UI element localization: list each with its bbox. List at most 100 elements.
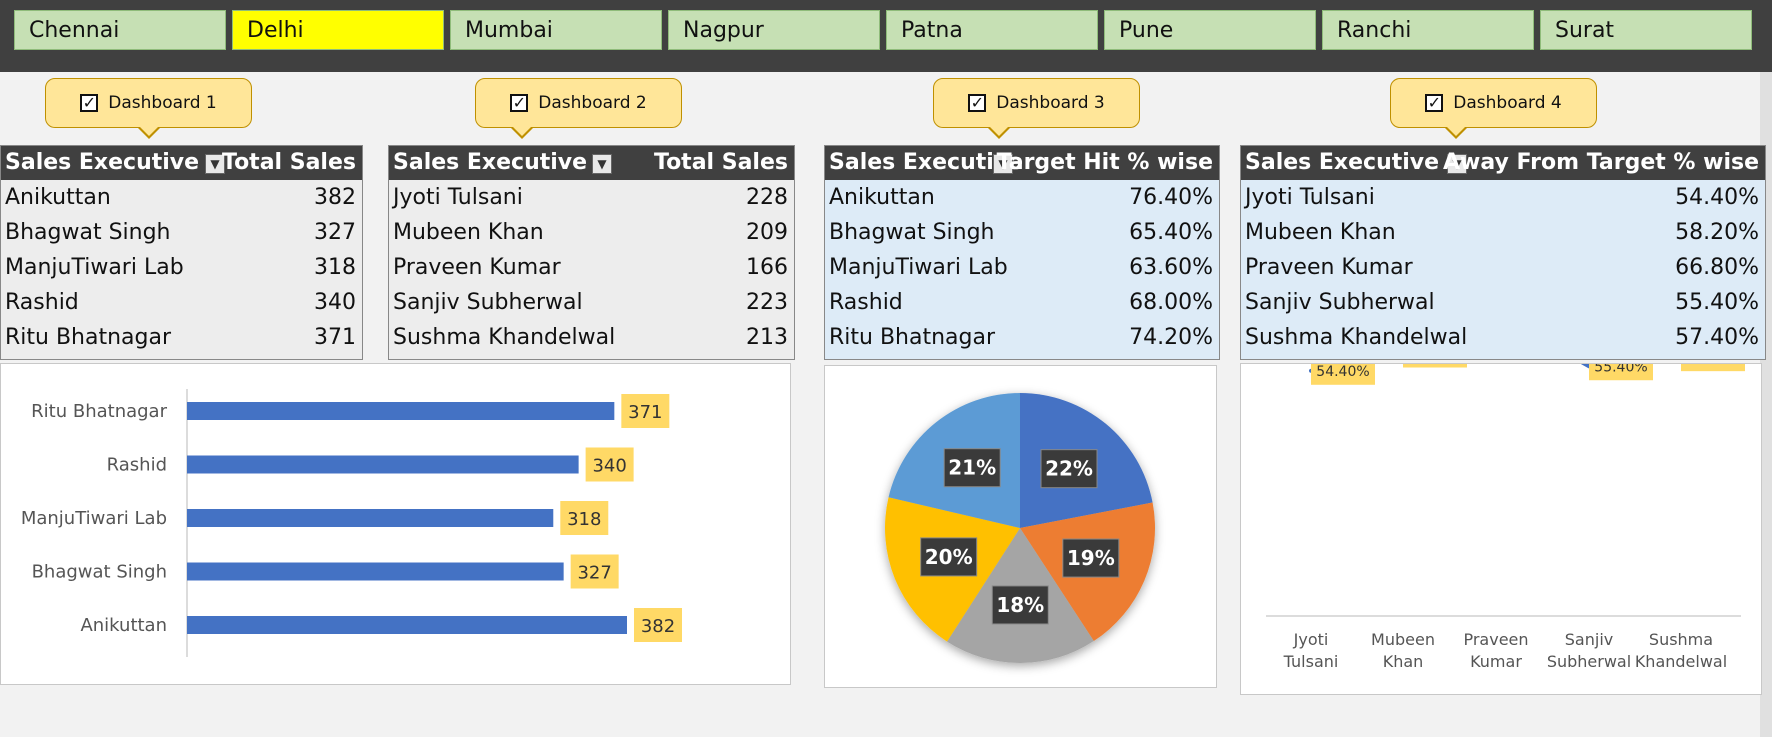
cell-name: Ritu Bhatnagar [5,325,172,350]
column-header-value: Target Hit % wise [996,150,1213,175]
table-header: Sales Executive ▼ Total Sales [1,146,362,180]
line-category-label: Khandelwal [1635,652,1727,671]
city-button-chennai[interactable]: Chennai [14,10,226,50]
table-row: Praveen Kumar 66.80% [1241,250,1765,285]
table-header: Sales Executive ▼ Total Sales [389,146,794,180]
cell-name: ManjuTiwari Lab [829,255,1008,280]
table-row: Anikuttan 76.40% [825,180,1219,215]
city-button-ranchi[interactable]: Ranchi [1322,10,1534,50]
cell-name: Ritu Bhatnagar [829,325,996,350]
table-row: Sushma Khandelwal 213 [389,320,794,355]
line-category-label: Sanjiv [1565,630,1613,649]
checkbox-checked-icon[interactable]: ✓ [80,94,99,112]
table-row: Rashid 340 [1,285,362,320]
column-header-value: Total Sales [653,150,788,175]
pivot-table-total-sales-1: Sales Executive ▼ Total Sales Anikuttan 3… [0,145,363,360]
table-row: Bhagwat Singh 327 [1,215,362,250]
city-button-delhi[interactable]: Delhi [232,10,444,50]
bar-data-label: 340 [592,456,626,477]
cell-value: 76.40% [1129,185,1213,210]
line-category-label: Praveen [1463,630,1528,649]
line-category-label: Subherwal [1547,652,1631,671]
city-button-mumbai[interactable]: Mumbai [450,10,662,50]
line-category-label: Jyoti [1293,630,1329,649]
bar-category-label: Ritu Bhatnagar [31,401,167,422]
line-category-label: Tulsani [1283,652,1339,671]
column-header-sales-executive: Sales Executive [5,150,200,175]
cell-value: 166 [746,255,788,280]
table-row: ManjuTiwari Lab 318 [1,250,362,285]
cell-name: Bhagwat Singh [829,220,995,245]
filter-dropdown-icon[interactable]: ▼ [592,154,612,174]
bar-chart-panel: Ritu Bhatnagar 371 Rashid 340 ManjuTiwari La… [0,363,791,685]
cell-value: 223 [746,290,788,315]
dashboard-label: Dashboard 3 [996,93,1105,113]
cell-value: 340 [314,290,356,315]
pie-chart-panel: 22% 19% 18% 20% 21% [824,365,1217,688]
table-row: Anikuttan 382 [1,180,362,215]
line-chart-panel: 54.40%58.20%66.80%55.40%57.40%JyotiTulsa… [1240,300,1762,695]
table-row: Rashid 68.00% [825,285,1219,320]
cell-name: Sanjiv Subherwal [393,290,583,315]
bar-category-label: Anikuttan [80,615,167,636]
bar-category-label: ManjuTiwari Lab [21,508,167,529]
city-button-patna[interactable]: Patna [886,10,1098,50]
bar [187,509,554,527]
dashboard-3-toggle[interactable]: ✓ Dashboard 3 [933,78,1140,139]
pie-chart: 22% 19% 18% 20% 21% [885,393,1155,663]
table-header: Sales Executive ▼ Away From Target % wis… [1241,146,1765,180]
line-data-label: 55.40% [1594,364,1647,375]
dashboard-2-toggle[interactable]: ✓ Dashboard 2 [475,78,682,139]
cell-value: 58.20% [1675,220,1759,245]
pie-data-label: 19% [1067,546,1115,570]
line-chart: 54.40%58.20%66.80%55.40%57.40%JyotiTulsa… [1266,300,1745,671]
table-row: Praveen Kumar 166 [389,250,794,285]
cell-name: Anikuttan [5,185,111,210]
city-button-nagpur[interactable]: Nagpur [668,10,880,50]
bar [187,402,615,420]
cell-name: Jyoti Tulsani [393,185,523,210]
line-data-label-box [1403,339,1467,368]
city-button-surat[interactable]: Surat [1540,10,1752,50]
city-button-pune[interactable]: Pune [1104,10,1316,50]
dashboard-4-toggle[interactable]: ✓ Dashboard 4 [1390,78,1597,139]
line-data-label: 54.40% [1316,364,1369,380]
cell-name: Praveen Kumar [1245,255,1413,280]
cell-value: 382 [314,185,356,210]
cell-value: 57.40% [1675,325,1759,350]
cell-value: 371 [314,325,356,350]
table-header: Sales Executive ▼ Target Hit % wise [825,146,1219,180]
cell-name: Sushma Khandelwal [1245,325,1468,350]
checkbox-checked-icon[interactable]: ✓ [510,94,529,112]
table-row: ManjuTiwari Lab 63.60% [825,250,1219,285]
cell-name: Mubeen Khan [393,220,544,245]
checkbox-checked-icon[interactable]: ✓ [1425,94,1444,112]
cell-name: Rashid [5,290,79,315]
table-row: Mubeen Khan 58.20% [1241,215,1765,250]
pie-data-label: 22% [1045,457,1093,481]
bar-category-label: Rashid [107,455,167,476]
bar-chart: Ritu Bhatnagar 371 Rashid 340 ManjuTiwari La… [21,389,682,657]
cell-value: 54.40% [1675,185,1759,210]
cell-name: Jyoti Tulsani [1245,185,1375,210]
bar [187,616,627,634]
cell-name: ManjuTiwari Lab [5,255,184,280]
dashboard-label: Dashboard 4 [1453,93,1562,113]
checkbox-checked-icon[interactable]: ✓ [968,94,987,112]
bar-data-label: 382 [641,616,675,637]
cell-name: Rashid [829,290,903,315]
pivot-table-away-from-target: Sales Executive ▼ Away From Target % wis… [1240,145,1766,360]
bar-data-label: 371 [628,402,662,423]
cell-value: 209 [746,220,788,245]
pivot-table-total-sales-2: Sales Executive ▼ Total Sales Jyoti Tuls… [388,145,795,360]
cell-value: 66.80% [1675,255,1759,280]
dashboard-label: Dashboard 2 [538,93,647,113]
cell-value: 318 [314,255,356,280]
cell-value: 65.40% [1129,220,1213,245]
table-row: Sanjiv Subherwal 55.40% [1241,285,1765,320]
cell-name: Anikuttan [829,185,935,210]
dashboard-1-toggle[interactable]: ✓ Dashboard 1 [45,78,252,139]
table-row: Mubeen Khan 209 [389,215,794,250]
bar-data-label: 327 [577,563,611,584]
table-row: Ritu Bhatnagar 371 [1,320,362,355]
